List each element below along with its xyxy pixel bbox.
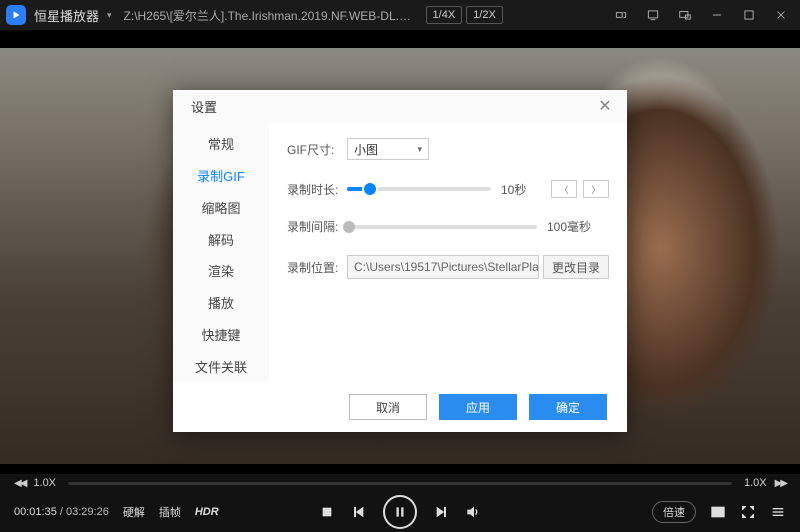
close-icon[interactable] (768, 0, 794, 30)
modal-title: 设置 (191, 97, 595, 116)
next-button[interactable] (433, 504, 449, 520)
app-logo (6, 5, 26, 25)
settings-modal: 设置 ✕ 常规 录制GIF 缩略图 解码 渲染 播放 快捷键 文件关联 GIF尺… (173, 90, 627, 432)
interval-label: 录制间隔: (287, 218, 347, 235)
duration-increase-button[interactable]: 〉 (583, 180, 609, 198)
interval-value: 100毫秒 (547, 218, 603, 235)
play-pause-button[interactable] (383, 495, 417, 529)
sidebar-item-record-gif[interactable]: 录制GIF (173, 160, 269, 192)
volume-icon[interactable] (465, 504, 481, 520)
skip-forward-icon[interactable]: ▶▶ (775, 478, 786, 489)
badge-hw-decode[interactable]: 硬解 (123, 504, 145, 520)
duration-slider[interactable] (347, 187, 491, 191)
speed-left-label[interactable]: 1.0X (33, 477, 56, 489)
fullscreen-icon[interactable] (740, 504, 756, 520)
settings-pane: GIF尺寸: 小图 ▾ 录制时长: 10秒 〈 〉 (269, 122, 627, 382)
title-icon-2[interactable] (640, 0, 666, 30)
title-speed-chips: 1/4X 1/2X (426, 6, 503, 24)
sidebar-item-hotkey[interactable]: 快捷键 (173, 319, 269, 351)
chevron-down-icon: ▾ (417, 144, 422, 155)
progress-row: ◀◀ 1.0X 1.0X ▶▶ (0, 474, 800, 492)
interval-slider[interactable] (347, 225, 537, 229)
speed-pill[interactable]: 倍速 (652, 501, 696, 523)
prev-button[interactable] (351, 504, 367, 520)
app-name: 恒星播放器 (34, 6, 99, 25)
apply-button[interactable]: 应用 (439, 394, 517, 420)
path-label: 录制位置: (287, 259, 347, 276)
file-title: Z:\H265\[爱尔兰人].The.Irishman.2019.NF.WEB-… (124, 7, 414, 24)
sidebar-item-decode[interactable]: 解码 (173, 223, 269, 255)
row-interval: 录制间隔: 100毫秒 (287, 218, 609, 235)
sidebar-item-thumbnail[interactable]: 缩略图 (173, 192, 269, 224)
speed-right-label[interactable]: 1.0X (744, 477, 767, 489)
badge-interpolation[interactable]: 插帧 (159, 504, 181, 520)
progress-bar[interactable] (68, 482, 732, 485)
path-input[interactable]: C:\Users\19517\Pictures\StellarPlayer (347, 255, 539, 279)
row-duration: 录制时长: 10秒 〈 〉 (287, 180, 609, 198)
app-menu-dropdown[interactable]: ▾ (107, 10, 112, 21)
badge-hdr[interactable]: HDR (195, 506, 219, 518)
gif-size-label: GIF尺寸: (287, 141, 347, 158)
sidebar-item-general[interactable]: 常规 (173, 128, 269, 160)
minimize-icon[interactable] (704, 0, 730, 30)
pip-icon[interactable] (710, 504, 726, 520)
browse-button[interactable]: 更改目录 (543, 255, 609, 279)
stop-button[interactable] (319, 504, 335, 520)
sidebar-item-playback[interactable]: 播放 (173, 287, 269, 319)
cancel-button[interactable]: 取消 (349, 394, 427, 420)
ok-button[interactable]: 确定 (529, 394, 607, 420)
speed-half-chip[interactable]: 1/2X (466, 6, 503, 24)
modal-footer: 取消 应用 确定 (173, 382, 627, 432)
duration-value: 10秒 (501, 181, 551, 198)
settings-sidebar: 常规 录制GIF 缩略图 解码 渲染 播放 快捷键 文件关联 (173, 122, 269, 382)
row-gif-size: GIF尺寸: 小图 ▾ (287, 138, 609, 160)
gif-size-value: 小图 (354, 141, 378, 158)
title-icon-1[interactable] (608, 0, 634, 30)
playlist-icon[interactable] (770, 504, 786, 520)
modal-header: 设置 ✕ (173, 90, 627, 122)
center-controls (319, 495, 481, 529)
sidebar-item-render[interactable]: 渲染 (173, 255, 269, 287)
sidebar-item-file-assoc[interactable]: 文件关联 (173, 350, 269, 382)
maximize-icon[interactable] (736, 0, 762, 30)
speed-quarter-chip[interactable]: 1/4X (426, 6, 463, 24)
skip-back-icon[interactable]: ◀◀ (14, 478, 25, 489)
pin-icon[interactable] (672, 0, 698, 30)
duration-decrease-button[interactable]: 〈 (551, 180, 577, 198)
bottom-controls: ◀◀ 1.0X 1.0X ▶▶ 00:01:35 / 03:29:26 硬解 插… (0, 474, 800, 532)
total-time: 03:29:26 (66, 506, 109, 518)
right-controls: 倍速 (652, 501, 786, 523)
modal-close-icon[interactable]: ✕ (595, 96, 615, 116)
row-path: 录制位置: C:\Users\19517\Pictures\StellarPla… (287, 255, 609, 279)
duration-label: 录制时长: (287, 181, 347, 198)
timecodes: 00:01:35 / 03:29:26 (14, 506, 109, 518)
gif-size-select[interactable]: 小图 ▾ (347, 138, 429, 160)
title-bar: 恒星播放器 ▾ Z:\H265\[爱尔兰人].The.Irishman.2019… (0, 0, 800, 30)
controls-row: 00:01:35 / 03:29:26 硬解 插帧 HDR 倍速 (0, 492, 800, 532)
current-time: 00:01:35 (14, 506, 57, 518)
